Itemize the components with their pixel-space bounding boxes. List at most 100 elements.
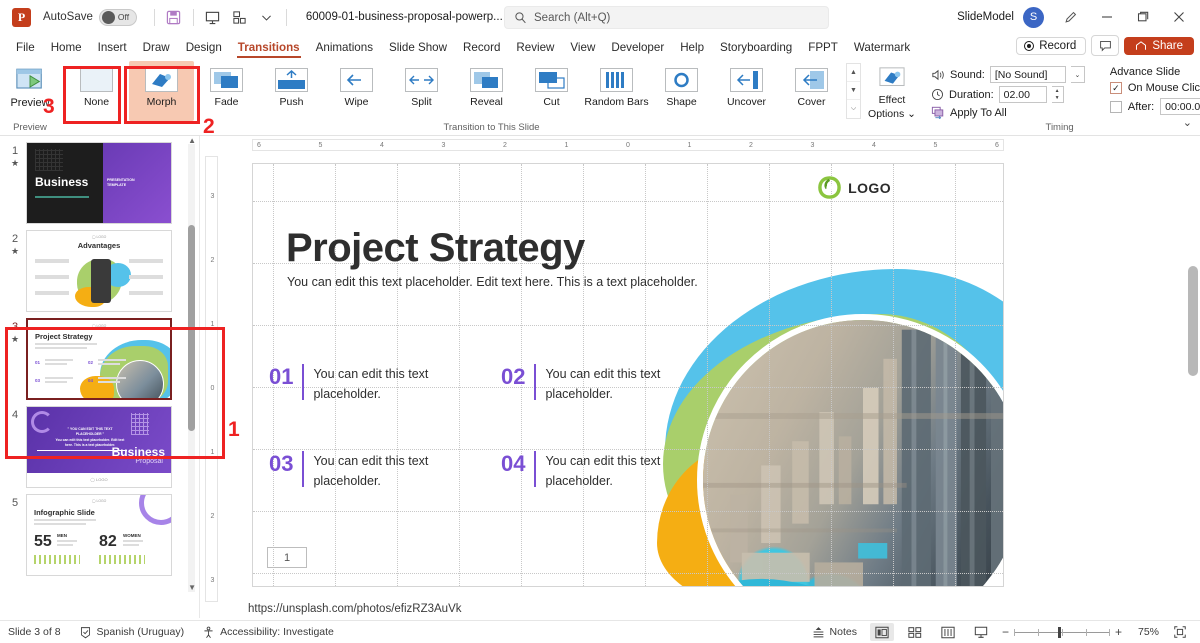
thumbnail-scrollbar[interactable] xyxy=(188,144,195,592)
after-checkbox-row[interactable]: After: 00:00.00 ▲▼ xyxy=(1109,98,1200,115)
slide-thumbnail-pane[interactable]: 1 ★ Business PRESENTATION TEMPLATE 2 ★ ◯… xyxy=(0,136,200,618)
zoom-track[interactable] xyxy=(1013,626,1110,638)
tab-developer[interactable]: Developer xyxy=(603,41,672,58)
accessibility-status[interactable]: Accessibility: Investigate xyxy=(202,626,334,639)
thumbnail-slide-4[interactable]: 4 " YOU CAN EDIT THIS TEXT PLACEHOLDER "… xyxy=(0,400,199,488)
collapse-ribbon-button[interactable]: ⌄ xyxy=(1183,116,1192,129)
tab-insert[interactable]: Insert xyxy=(90,41,135,58)
minimize-button[interactable] xyxy=(1090,2,1124,32)
zoom-level[interactable]: 75% xyxy=(1131,626,1159,638)
effect-options-button[interactable]: Effect Options ⌄ xyxy=(861,61,923,120)
slide-item-02[interactable]: 02 You can edit this text placeholder. xyxy=(501,364,719,404)
gallery-scrollbar[interactable]: ▲ ▼ ⌵ xyxy=(846,63,861,119)
slide-item-04[interactable]: 04 You can edit this text placeholder. xyxy=(501,451,719,491)
notes-button[interactable]: Notes xyxy=(812,626,857,638)
tab-storyboarding[interactable]: Storyboarding xyxy=(712,41,800,58)
slide-title[interactable]: Project Strategy xyxy=(286,226,585,271)
transition-reveal[interactable]: Reveal xyxy=(454,61,519,121)
transition-split[interactable]: Split xyxy=(389,61,454,121)
tab-fppt[interactable]: FPPT xyxy=(800,41,846,58)
slide-item-03[interactable]: 03 You can edit this text placeholder. xyxy=(269,451,487,491)
transition-random-bars[interactable]: Random Bars xyxy=(584,61,649,121)
pen-icon[interactable] xyxy=(1054,2,1088,32)
scrollbar-thumb[interactable] xyxy=(188,224,195,431)
on-mouse-click-checkbox[interactable]: ✓ On Mouse Click xyxy=(1109,82,1200,94)
document-title[interactable]: 60009-01-business-proposal-powerp... xyxy=(306,11,503,23)
tab-file[interactable]: File xyxy=(8,41,43,58)
tab-home[interactable]: Home xyxy=(43,41,90,58)
after-input[interactable]: 00:00.00 xyxy=(1160,98,1200,115)
duration-input[interactable]: 02.00 xyxy=(998,86,1047,103)
autosave-toggle[interactable]: Off xyxy=(98,8,137,26)
transition-cut[interactable]: Cut xyxy=(519,61,584,121)
slideshow-view-button[interactable] xyxy=(969,623,993,641)
tab-watermark[interactable]: Watermark xyxy=(846,41,918,58)
scroll-up-icon[interactable]: ▲ xyxy=(188,136,196,145)
zoom-out-button[interactable]: − xyxy=(1002,625,1009,639)
slide-subtitle[interactable]: You can edit this text placeholder. Edit… xyxy=(287,275,698,289)
chevron-down-icon[interactable] xyxy=(254,5,280,29)
thumbnail-slide-3[interactable]: 3 ★ ◯ LOGO Project Strategy 01 02 03 04 xyxy=(0,312,199,400)
scrollbar-thumb[interactable] xyxy=(1188,266,1198,376)
slide-logo[interactable]: LOGO xyxy=(818,176,891,199)
thumbnail-slide-1[interactable]: 1 ★ Business PRESENTATION TEMPLATE xyxy=(0,136,199,224)
tab-review[interactable]: Review xyxy=(508,41,562,58)
reading-view-button[interactable] xyxy=(936,623,960,641)
gallery-expand-icon[interactable]: ⌵ xyxy=(847,100,860,118)
thumbnail-preview-current[interactable]: ◯ LOGO Project Strategy 01 02 03 04 xyxy=(26,318,172,400)
present-icon[interactable] xyxy=(200,5,226,29)
duration-stepper[interactable]: ▲ ▼ xyxy=(1051,86,1064,103)
transition-uncover[interactable]: Uncover xyxy=(714,61,779,121)
normal-view-button[interactable] xyxy=(869,623,894,641)
slide-count[interactable]: Slide 3 of 8 xyxy=(8,626,61,638)
gallery-scroll-up-icon[interactable]: ▲ xyxy=(847,64,860,82)
close-button[interactable] xyxy=(1162,2,1196,32)
customize-icon[interactable] xyxy=(227,5,253,29)
comment-icon[interactable] xyxy=(1091,35,1120,56)
gallery-scroll-down-icon[interactable]: ▼ xyxy=(847,82,860,100)
transition-fade[interactable]: Fade xyxy=(194,61,259,121)
thumbnail-slide-2[interactable]: 2 ★ ◯ LOGO Advantages xyxy=(0,224,199,312)
transition-wipe[interactable]: Wipe xyxy=(324,61,389,121)
search-input[interactable]: Search (Alt+Q) xyxy=(504,6,829,29)
tab-help[interactable]: Help xyxy=(672,41,712,58)
sound-select[interactable]: [No Sound] xyxy=(989,66,1066,83)
tab-draw[interactable]: Draw xyxy=(135,41,178,58)
share-button[interactable]: Share xyxy=(1124,36,1194,55)
transition-push[interactable]: Push xyxy=(259,61,324,121)
tab-slide-show[interactable]: Slide Show xyxy=(381,41,455,58)
thumbnail-preview[interactable]: " YOU CAN EDIT THIS TEXT PLACEHOLDER " Yo… xyxy=(26,406,172,488)
sound-dropdown-arrow-icon[interactable]: ⌄ xyxy=(1070,66,1085,83)
city-photo[interactable] xyxy=(697,314,1003,586)
apply-to-all-button[interactable]: Apply To All xyxy=(931,106,1085,119)
save-icon[interactable] xyxy=(161,5,187,29)
thumbnail-slide-5[interactable]: 5 ◯ LOGO Infographic Slide 55 MEN 82 WOM… xyxy=(0,488,199,576)
thumbnail-preview[interactable]: ◯ LOGO Infographic Slide 55 MEN 82 WOMEN xyxy=(26,494,172,576)
transition-morph[interactable]: Morph xyxy=(129,61,194,121)
tab-record[interactable]: Record xyxy=(455,41,508,58)
source-url-text[interactable]: https://unsplash.com/photos/efizRZ3AuVk xyxy=(248,603,462,615)
thumbnail-preview[interactable]: Business PRESENTATION TEMPLATE xyxy=(26,142,172,224)
slide-number-placeholder[interactable]: 1 xyxy=(267,547,307,568)
transition-none[interactable]: None xyxy=(64,61,129,121)
zoom-slider[interactable]: − + xyxy=(1002,625,1122,639)
slide-canvas[interactable]: LOGO Project Strategy You can edit this … xyxy=(252,163,1004,587)
slide-scrollbar[interactable] xyxy=(1188,256,1198,616)
language-indicator[interactable]: Spanish (Uruguay) xyxy=(79,626,184,639)
slide-sorter-view-button[interactable] xyxy=(903,623,927,641)
tab-design[interactable]: Design xyxy=(178,41,230,58)
fit-slide-icon[interactable] xyxy=(1168,623,1192,641)
scroll-down-icon[interactable]: ▼ xyxy=(188,583,196,592)
slide-item-01[interactable]: 01 You can edit this text placeholder. xyxy=(269,364,487,404)
zoom-in-button[interactable]: + xyxy=(1115,625,1122,639)
record-button[interactable]: Record xyxy=(1016,36,1087,55)
restore-button[interactable] xyxy=(1126,2,1160,32)
thumbnail-preview[interactable]: ◯ LOGO Advantages xyxy=(26,230,172,312)
tab-animations[interactable]: Animations xyxy=(308,41,381,58)
transition-shape[interactable]: Shape xyxy=(649,61,714,121)
tab-view[interactable]: View xyxy=(562,41,603,58)
tab-transitions[interactable]: Transitions xyxy=(230,41,308,58)
avatar[interactable]: S xyxy=(1023,6,1044,28)
transition-cover[interactable]: Cover xyxy=(779,61,844,121)
zoom-knob[interactable] xyxy=(1057,626,1061,638)
